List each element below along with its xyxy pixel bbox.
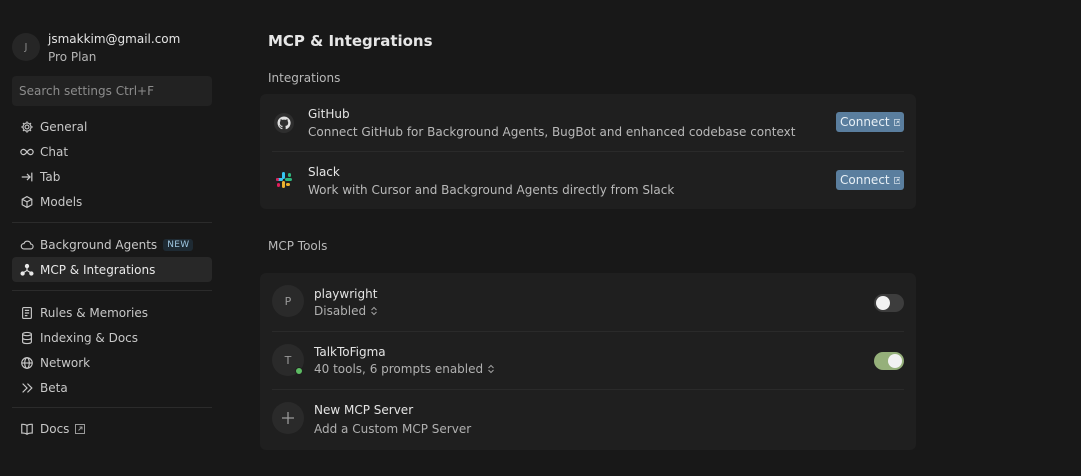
sidebar-item-label: Indexing & Docs	[40, 330, 139, 345]
sidebar-item-label: Beta	[40, 380, 68, 395]
sidebar-item-general[interactable]: General	[12, 114, 212, 139]
sidebar: J jsmakkim@gmail.com Pro Plan General Ch…	[0, 0, 224, 476]
page-title: MCP & Integrations	[268, 32, 433, 50]
integration-description: Connect GitHub for Background Agents, Bu…	[308, 125, 796, 139]
integrations-card: GitHub Connect GitHub for Background Age…	[260, 94, 916, 209]
cloud-icon	[19, 237, 34, 252]
external-link-icon	[893, 118, 900, 126]
integration-name: GitHub	[308, 107, 350, 121]
sidebar-item-indexing-docs[interactable]: Indexing & Docs	[12, 325, 212, 350]
external-link-icon	[75, 423, 86, 434]
sidebar-item-label: Models	[40, 194, 83, 209]
chevron-up-down-icon	[371, 306, 377, 316]
account-email: jsmakkim@gmail.com	[48, 32, 181, 46]
arrow-right-bar-icon	[19, 169, 34, 184]
sidebar-item-background-agents[interactable]: Background Agents NEW	[12, 232, 212, 257]
globe-icon	[19, 355, 34, 370]
new-server-name: New MCP Server	[314, 403, 414, 417]
sidebar-divider	[12, 290, 212, 291]
new-badge: NEW	[163, 238, 194, 251]
sidebar-item-chat[interactable]: Chat	[12, 139, 212, 164]
playwright-toggle[interactable]	[874, 294, 904, 312]
toggle-knob	[888, 354, 902, 368]
integration-row-slack: Slack Work with Cursor and Background Ag…	[260, 152, 916, 209]
mcp-icon	[19, 262, 34, 277]
section-label-mcp-tools: MCP Tools	[268, 239, 328, 253]
mcp-avatar: P	[272, 285, 304, 317]
mcp-status: Disabled	[314, 304, 367, 318]
infinity-icon	[19, 144, 34, 159]
external-link-icon	[893, 176, 900, 184]
sidebar-item-label: Chat	[40, 144, 69, 159]
sidebar-item-docs[interactable]: Docs	[12, 416, 212, 441]
sidebar-item-label: General	[40, 119, 88, 134]
mcp-status: 40 tools, 6 prompts enabled	[314, 362, 484, 376]
sidebar-item-beta[interactable]: Beta	[12, 375, 212, 400]
sidebar-divider	[12, 407, 212, 408]
plus-icon	[272, 402, 304, 434]
integration-description: Work with Cursor and Background Agents d…	[308, 183, 675, 197]
sidebar-item-tab[interactable]: Tab	[12, 164, 212, 189]
mcp-name: playwright	[314, 287, 378, 301]
section-label-integrations: Integrations	[268, 71, 341, 85]
sidebar-item-label: Network	[40, 355, 91, 370]
talktofigma-toggle[interactable]	[874, 352, 904, 370]
integration-row-github: GitHub Connect GitHub for Background Age…	[260, 94, 916, 151]
sidebar-divider	[12, 222, 212, 223]
chevrons-right-icon	[19, 380, 34, 395]
new-server-description: Add a Custom MCP Server	[314, 422, 472, 436]
slack-connect-button[interactable]: Connect	[836, 170, 904, 190]
mcp-row-talktofigma: T TalkToFigma 40 tools, 6 prompts enable…	[260, 332, 916, 389]
sidebar-item-label: Tab	[40, 169, 61, 184]
avatar: J	[12, 33, 40, 61]
slack-icon	[272, 168, 296, 192]
github-icon	[272, 111, 296, 135]
connect-label: Connect	[840, 115, 890, 129]
mcp-status-dropdown[interactable]: Disabled	[314, 304, 378, 318]
new-mcp-server-row[interactable]: New MCP Server Add a Custom MCP Server	[260, 390, 916, 450]
sidebar-item-mcp-integrations[interactable]: MCP & Integrations	[12, 257, 212, 282]
mcp-name: TalkToFigma	[314, 345, 386, 359]
gear-icon	[19, 119, 34, 134]
mcp-tools-card: P playwright Disabled T TalkToFigma 40 t…	[260, 273, 916, 450]
book-icon	[19, 421, 34, 436]
sidebar-item-label: Rules & Memories	[40, 305, 149, 320]
github-connect-button[interactable]: Connect	[836, 112, 904, 132]
sidebar-item-models[interactable]: Models	[12, 189, 212, 214]
sidebar-item-label: Docs	[40, 421, 70, 436]
sidebar-item-rules-memories[interactable]: Rules & Memories	[12, 300, 212, 325]
toggle-knob	[876, 296, 890, 310]
search-settings-input[interactable]	[12, 76, 212, 106]
mcp-row-playwright: P playwright Disabled	[260, 273, 916, 331]
integration-name: Slack	[308, 165, 340, 179]
chevron-up-down-icon	[488, 364, 494, 374]
sidebar-item-label: MCP & Integrations	[40, 262, 156, 277]
document-icon	[19, 305, 34, 320]
account-plan: Pro Plan	[48, 50, 97, 64]
database-icon	[19, 330, 34, 345]
cube-icon	[19, 194, 34, 209]
sidebar-item-network[interactable]: Network	[12, 350, 212, 375]
connect-label: Connect	[840, 173, 890, 187]
mcp-status-dropdown[interactable]: 40 tools, 6 prompts enabled	[314, 362, 495, 376]
sidebar-item-label: Background Agents	[40, 237, 158, 252]
online-status-dot	[295, 367, 303, 375]
